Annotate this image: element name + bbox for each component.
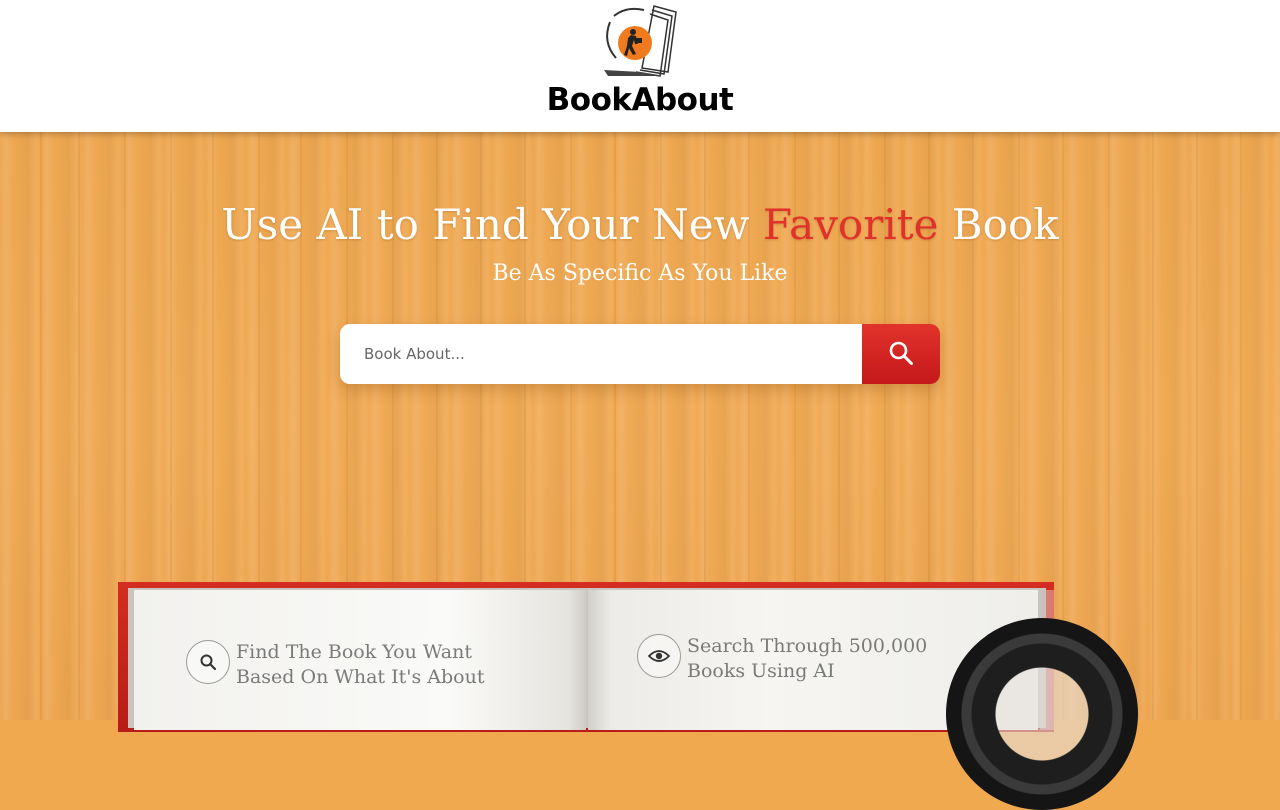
hero-subtitle: Be As Specific As You Like bbox=[492, 261, 788, 286]
hero-title-accent: Favorite bbox=[762, 200, 939, 249]
hero-title: Use AI to Find Your New Favorite Book bbox=[0, 200, 1280, 249]
search-button[interactable] bbox=[862, 324, 940, 384]
search-input[interactable] bbox=[340, 324, 862, 384]
search-icon bbox=[888, 340, 914, 369]
feature-line: Find The Book You Want bbox=[236, 641, 472, 663]
feature-line: Books Using AI bbox=[687, 660, 835, 682]
search-bar bbox=[340, 324, 940, 384]
feature-item: Find The Book You Want Based On What It'… bbox=[186, 640, 484, 690]
hero-title-part: Use AI to Find Your New bbox=[221, 200, 763, 249]
book-reader-logo-icon[interactable] bbox=[600, 2, 680, 78]
site-header: BookAbout bbox=[0, 0, 1280, 132]
feature-line: Search Through 500,000 bbox=[687, 635, 928, 657]
hero-title-part: Book bbox=[938, 200, 1059, 249]
feature-text: Find The Book You Want Based On What It'… bbox=[236, 640, 484, 690]
brand-name[interactable]: BookAbout bbox=[0, 82, 1280, 118]
feature-item: Search Through 500,000 Books Using AI bbox=[637, 634, 927, 684]
search-icon bbox=[186, 640, 230, 684]
feature-line: Based On What It's About bbox=[236, 666, 485, 688]
magnifying-glass-icon bbox=[946, 618, 1138, 810]
feature-text: Search Through 500,000 Books Using AI bbox=[687, 634, 927, 684]
eye-icon bbox=[637, 634, 681, 678]
